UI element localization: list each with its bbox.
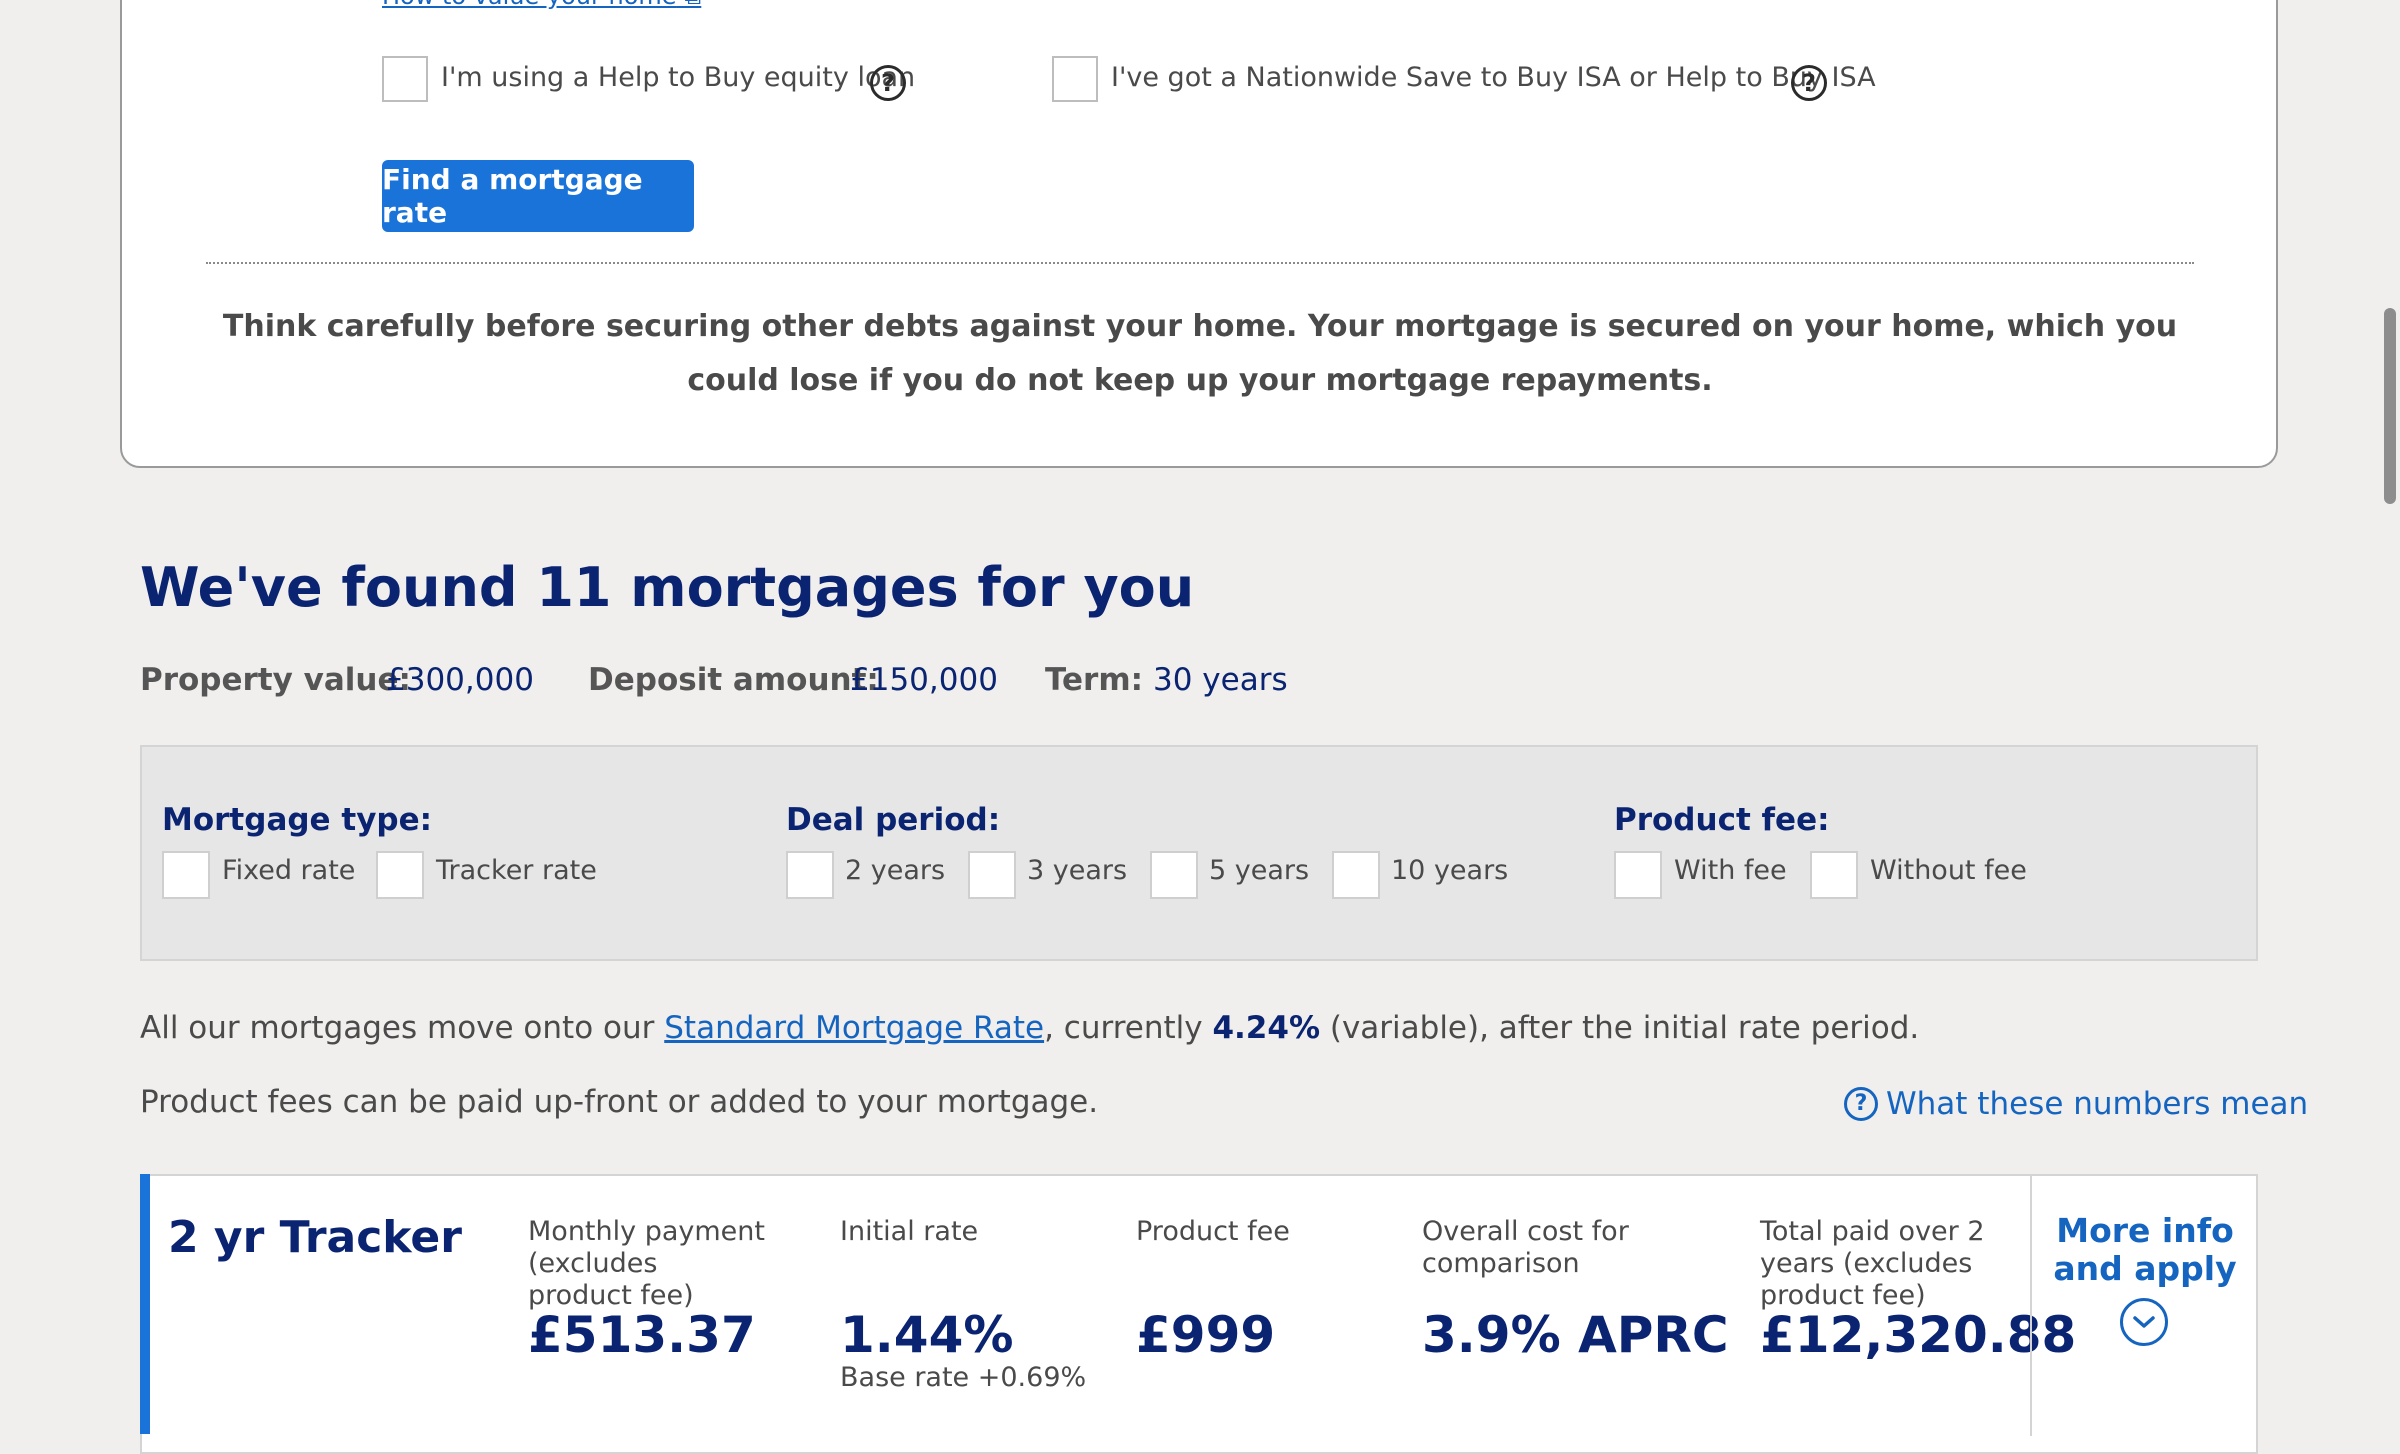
deal-3-years-checkbox[interactable] bbox=[968, 851, 1016, 899]
help-to-buy-checkbox[interactable] bbox=[382, 56, 428, 102]
overall-cost-label: Overall cost for comparison bbox=[1422, 1216, 1629, 1279]
deal-3-years-label: 3 years bbox=[1027, 855, 1128, 886]
divider bbox=[206, 262, 2194, 264]
monthly-payment-value: £513.37 bbox=[528, 1306, 756, 1364]
with-fee-checkbox[interactable] bbox=[1614, 851, 1662, 899]
column-divider bbox=[2030, 1176, 2032, 1436]
help-to-buy-label: I'm using a Help to Buy equity loan bbox=[441, 62, 916, 93]
aprc-value: 3.9% APRC bbox=[1422, 1306, 1729, 1364]
fixed-rate-checkbox[interactable] bbox=[162, 851, 210, 899]
help-circle-icon[interactable]: ? bbox=[870, 65, 906, 101]
without-fee-checkbox[interactable] bbox=[1810, 851, 1858, 899]
without-fee-label: Without fee bbox=[1870, 855, 2027, 886]
standard-mortgage-rate-link[interactable]: Standard Mortgage Rate bbox=[664, 1010, 1044, 1046]
fixed-rate-label: Fixed rate bbox=[222, 855, 356, 886]
filters-panel bbox=[140, 745, 2258, 961]
deal-period-title: Deal period: bbox=[786, 802, 1001, 838]
deal-2-years-label: 2 years bbox=[845, 855, 946, 886]
find-mortgage-button[interactable]: Find a mortgage rate bbox=[382, 160, 694, 232]
term-value: 30 years bbox=[1153, 662, 1288, 698]
standard-rate-info: All our mortgages move onto our Standard… bbox=[140, 1010, 1920, 1046]
save-to-buy-isa-checkbox[interactable] bbox=[1052, 56, 1098, 102]
what-numbers-mean-link[interactable]: ? What these numbers mean bbox=[1844, 1086, 2308, 1122]
tracker-rate-label: Tracker rate bbox=[436, 855, 597, 886]
standard-rate-value: 4.24% bbox=[1212, 1010, 1320, 1046]
mortgage-type-title: Mortgage type: bbox=[162, 802, 433, 838]
more-info-apply-link[interactable]: More info and apply bbox=[2034, 1212, 2256, 1288]
with-fee-label: With fee bbox=[1674, 855, 1787, 886]
product-fee-label: Product fee bbox=[1136, 1216, 1290, 1247]
results-title: We've found 11 mortgages for you bbox=[140, 556, 1195, 619]
monthly-payment-label: Monthly payment (excludes product fee) bbox=[528, 1216, 765, 1311]
total-paid-label: Total paid over 2 years (excludes produc… bbox=[1760, 1216, 1985, 1311]
property-value-label: Property value: bbox=[140, 662, 411, 698]
product-fee-title: Product fee: bbox=[1614, 802, 1830, 838]
initial-rate-value: 1.44% bbox=[840, 1306, 1014, 1364]
property-value: £300,000 bbox=[386, 662, 534, 698]
deal-5-years-checkbox[interactable] bbox=[1150, 851, 1198, 899]
deposit-amount-value: £150,000 bbox=[850, 662, 998, 698]
deposit-amount-label: Deposit amount: bbox=[588, 662, 879, 698]
term-label: Term: bbox=[1045, 662, 1144, 698]
product-name: 2 yr Tracker bbox=[168, 1212, 462, 1263]
help-circle-icon[interactable]: ? bbox=[1791, 65, 1827, 101]
deal-10-years-checkbox[interactable] bbox=[1332, 851, 1380, 899]
deal-2-years-checkbox[interactable] bbox=[786, 851, 834, 899]
product-fee-value: £999 bbox=[1136, 1306, 1276, 1364]
chevron-down-circle-icon[interactable] bbox=[2120, 1298, 2168, 1346]
product-fees-info: Product fees can be paid up-front or add… bbox=[140, 1084, 1099, 1120]
product-accent-bar bbox=[140, 1174, 150, 1434]
scrollbar-thumb[interactable] bbox=[2384, 308, 2396, 504]
save-to-buy-isa-label: I've got a Nationwide Save to Buy ISA or… bbox=[1111, 62, 1876, 93]
tracker-rate-checkbox[interactable] bbox=[376, 851, 424, 899]
deal-5-years-label: 5 years bbox=[1209, 855, 1310, 886]
risk-warning: Think carefully before securing other de… bbox=[222, 309, 2178, 398]
value-home-link[interactable]: How to value your home ⧉ bbox=[382, 0, 701, 10]
deal-10-years-label: 10 years bbox=[1391, 855, 1509, 886]
initial-rate-label: Initial rate bbox=[840, 1216, 979, 1247]
base-rate-note: Base rate +0.69% bbox=[840, 1362, 1087, 1393]
help-circle-icon: ? bbox=[1844, 1086, 1878, 1121]
total-paid-value: £12,320.88 bbox=[1760, 1306, 2077, 1364]
